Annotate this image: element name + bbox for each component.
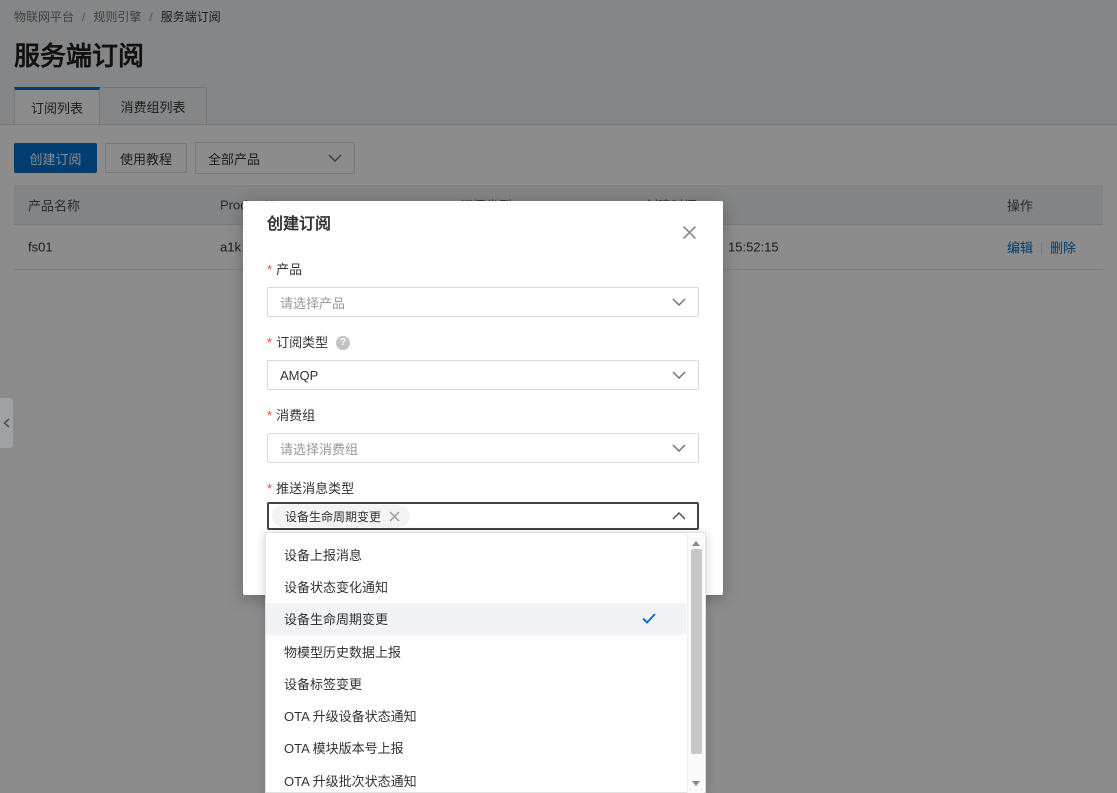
scrollbar-down-arrow[interactable] bbox=[692, 781, 700, 786]
chevron-down-icon bbox=[672, 298, 686, 306]
required-asterisk: * bbox=[267, 407, 272, 425]
field-label-consumer-group: * 消费组 bbox=[267, 407, 699, 425]
dialog-close-button[interactable] bbox=[680, 223, 698, 241]
subscription-type-select[interactable]: AMQP bbox=[267, 360, 699, 390]
check-icon bbox=[642, 613, 656, 624]
field-label-subscription-type: * 订阅类型 ? bbox=[267, 334, 699, 352]
required-asterisk: * bbox=[267, 480, 272, 498]
field-product: * 产品 请选择产品 bbox=[267, 261, 699, 317]
message-type-dropdown: 设备上报消息 设备状态变化通知 设备生命周期变更 物模型历史数据上报 设备标签变… bbox=[265, 532, 706, 793]
field-label-text: 消费组 bbox=[276, 407, 315, 425]
chevron-down-icon bbox=[672, 444, 686, 452]
dropdown-option[interactable]: 设备标签变更 bbox=[266, 667, 686, 699]
chevron-left-icon bbox=[3, 418, 10, 428]
field-label-text: 订阅类型 bbox=[276, 334, 328, 352]
consumer-group-placeholder: 请选择消费组 bbox=[280, 439, 672, 458]
side-panel-toggle[interactable] bbox=[0, 398, 13, 448]
page: 物联网平台 / 规则引擎 / 服务端订阅 服务端订阅 订阅列表 消费组列表 创建… bbox=[0, 0, 1117, 793]
dropdown-option-label: 设备状态变化通知 bbox=[284, 577, 656, 596]
field-consumer-group: * 消费组 请选择消费组 bbox=[267, 407, 699, 463]
dropdown-option-selected[interactable]: 设备生命周期变更 bbox=[266, 603, 686, 635]
field-label-product: * 产品 bbox=[267, 261, 699, 279]
product-select[interactable]: 请选择产品 bbox=[267, 287, 699, 317]
required-asterisk: * bbox=[267, 261, 272, 279]
required-asterisk: * bbox=[267, 334, 272, 352]
consumer-group-select[interactable]: 请选择消费组 bbox=[267, 433, 699, 463]
dropdown-option[interactable]: 设备上报消息 bbox=[266, 538, 686, 570]
dropdown-option-label: OTA 模块版本号上报 bbox=[284, 738, 656, 757]
close-icon bbox=[682, 225, 697, 240]
dropdown-option[interactable]: OTA 升级设备状态通知 bbox=[266, 699, 686, 731]
field-subscription-type: * 订阅类型 ? AMQP bbox=[267, 334, 699, 390]
dropdown-option-label: 物模型历史数据上报 bbox=[284, 642, 656, 661]
dropdown-option[interactable]: OTA 升级批次状态通知 bbox=[266, 764, 686, 793]
selected-tag: 设备生命周期变更 bbox=[272, 505, 410, 527]
field-label-push-message-type: * 推送消息类型 bbox=[267, 480, 699, 498]
push-message-type-select[interactable]: 设备生命周期变更 bbox=[267, 502, 699, 530]
chevron-down-icon bbox=[672, 371, 686, 379]
dropdown-option[interactable]: 设备状态变化通知 bbox=[266, 570, 686, 602]
dropdown-scrollbar[interactable] bbox=[687, 534, 704, 793]
field-push-message-type: * 推送消息类型 设备生命周期变更 bbox=[267, 480, 699, 530]
field-label-text: 产品 bbox=[276, 261, 302, 279]
help-icon[interactable]: ? bbox=[336, 336, 350, 350]
scrollbar-thumb[interactable] bbox=[691, 549, 702, 754]
scrollbar-up-arrow[interactable] bbox=[692, 541, 700, 546]
tag-remove-icon[interactable] bbox=[389, 511, 400, 522]
dropdown-option-label: OTA 升级设备状态通知 bbox=[284, 706, 656, 725]
dropdown-option-label: 设备标签变更 bbox=[284, 674, 656, 693]
dropdown-option-label: 设备上报消息 bbox=[284, 545, 656, 564]
dropdown-option[interactable]: OTA 模块版本号上报 bbox=[266, 732, 686, 764]
chevron-up-icon bbox=[672, 512, 686, 520]
product-select-placeholder: 请选择产品 bbox=[280, 293, 672, 312]
field-label-text: 推送消息类型 bbox=[276, 480, 354, 498]
dropdown-option-label: OTA 升级批次状态通知 bbox=[284, 771, 656, 790]
subscription-type-value: AMQP bbox=[280, 368, 672, 383]
dropdown-option-label: 设备生命周期变更 bbox=[284, 609, 642, 628]
selected-tag-label: 设备生命周期变更 bbox=[285, 508, 381, 525]
dialog-title: 创建订阅 bbox=[267, 214, 699, 236]
dropdown-option[interactable]: 物模型历史数据上报 bbox=[266, 635, 686, 667]
